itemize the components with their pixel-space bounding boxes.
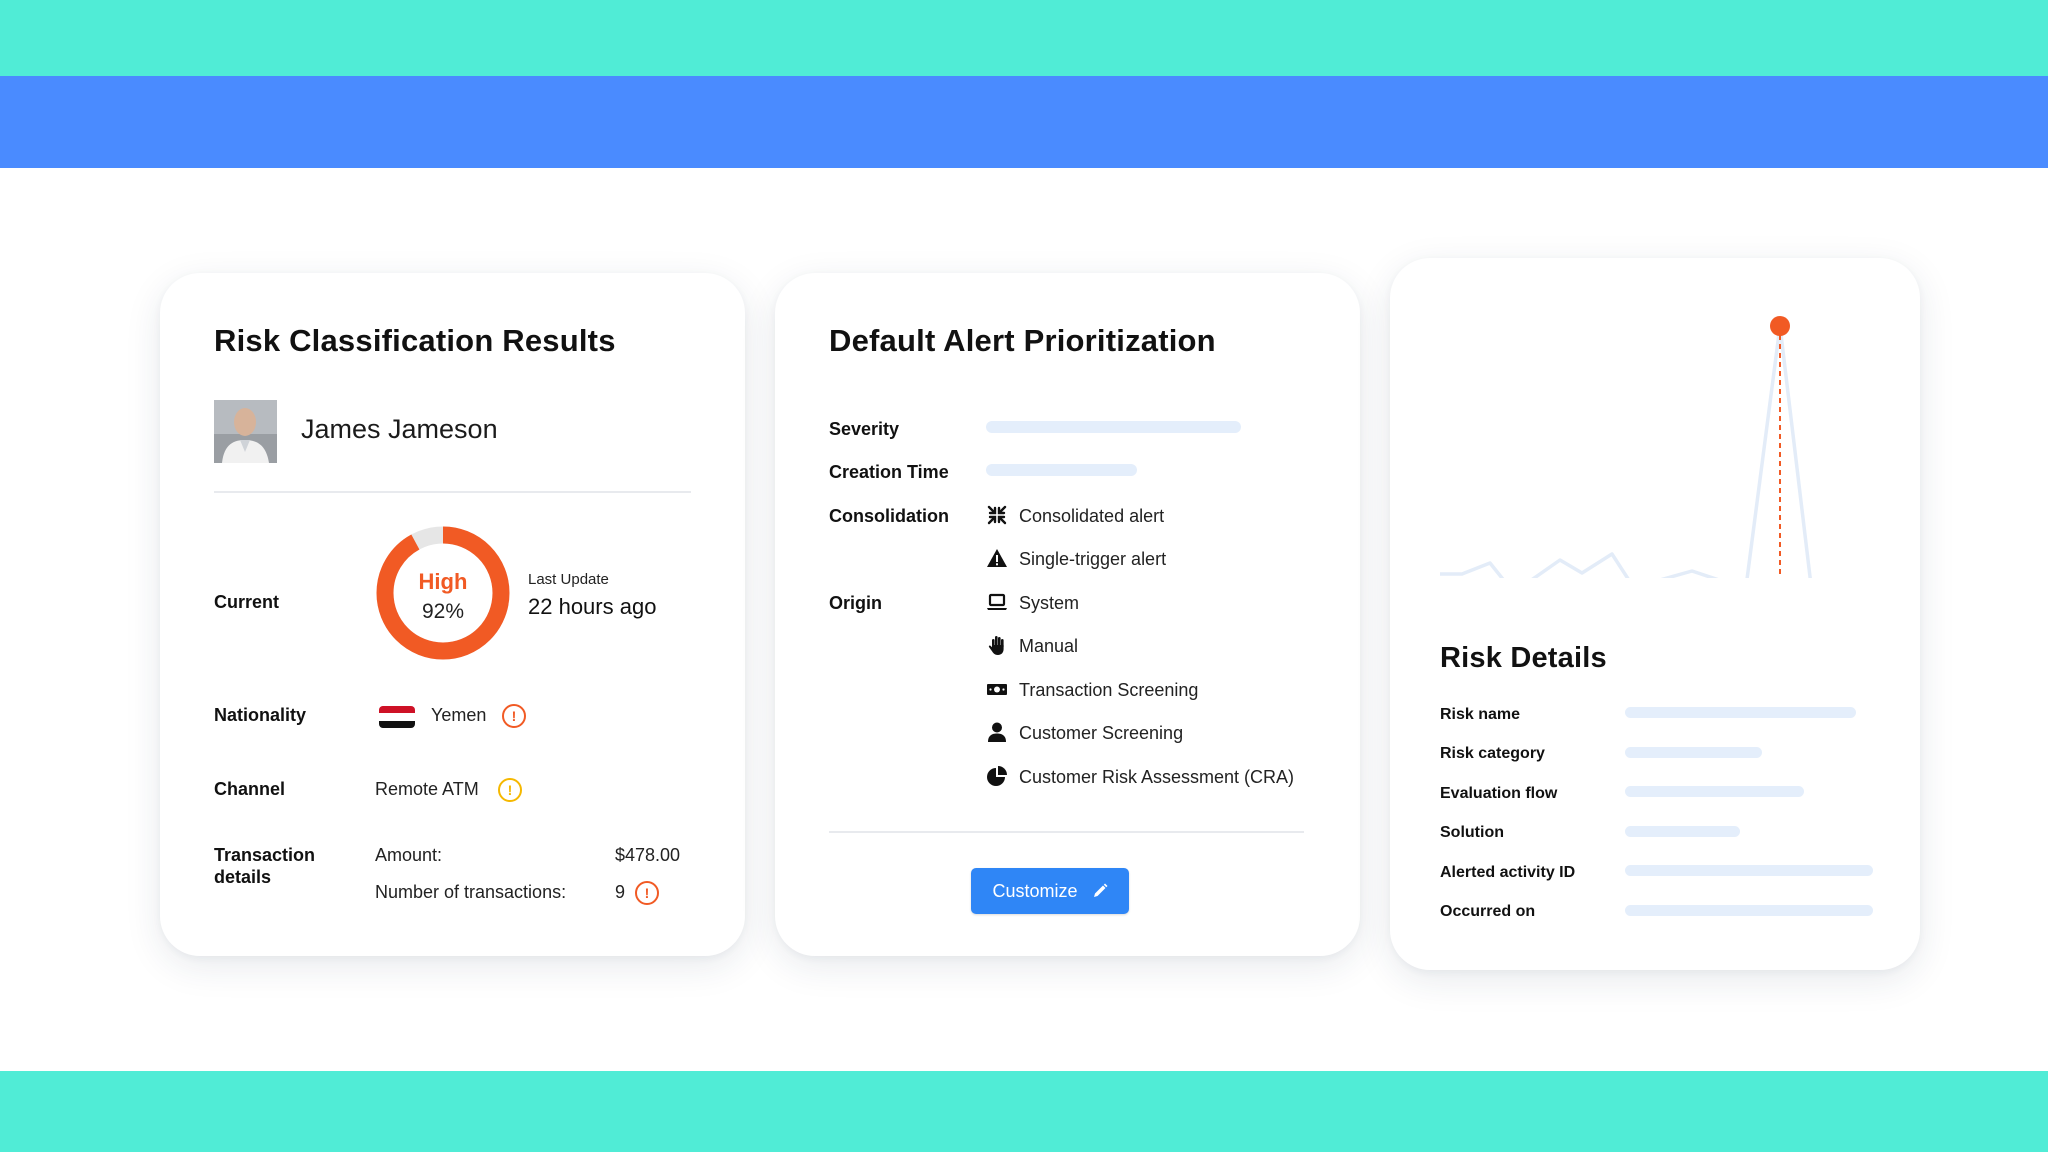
risk-details-card: Risk Details Risk name Risk category Eva…	[1390, 258, 1920, 970]
customize-button[interactable]: Customize	[971, 868, 1129, 914]
single-trigger-alert-option[interactable]: Single-trigger alert	[1019, 549, 1166, 570]
transaction-count-value: 9	[615, 882, 626, 902]
risk-classification-card: Risk Classification Results James Jameso…	[160, 273, 745, 956]
severity-label: Severity	[829, 419, 900, 439]
sparkline-series	[1440, 324, 1812, 578]
consolidated-alert-option[interactable]: Consolidated alert	[1019, 506, 1164, 527]
origin-system-option[interactable]: System	[1019, 593, 1079, 614]
avatar	[214, 400, 277, 463]
current-label: Current	[214, 592, 280, 612]
last-update-value: 22 hours ago	[528, 594, 657, 619]
nationality-label: Nationality	[214, 705, 307, 725]
solution-placeholder-bar	[1625, 826, 1740, 837]
alert-glyph: !	[511, 708, 517, 724]
risk-category-label: Risk category	[1440, 745, 1545, 762]
pencil-icon	[1093, 883, 1108, 897]
evaluation-flow-placeholder-bar	[1625, 786, 1804, 797]
occurred-on-label: Occurred on	[1440, 903, 1536, 920]
transaction-label-line1: Transaction	[214, 845, 316, 865]
transaction-label-line2: details	[214, 867, 272, 887]
alert-glyph: !	[507, 782, 513, 798]
blue-header-band	[0, 76, 2048, 168]
creation-time-label: Creation Time	[829, 462, 949, 482]
transaction-count-label: Number of transactions:	[375, 882, 567, 902]
hand-icon	[986, 634, 1008, 656]
top-teal-band	[0, 0, 2048, 76]
customize-button-label: Customize	[992, 880, 1078, 901]
laptop-icon	[986, 591, 1008, 613]
card-title: Risk Classification Results	[214, 323, 616, 358]
risk-trend-sparkline	[1440, 316, 1812, 578]
occurred-on-placeholder-bar	[1625, 905, 1873, 916]
divider	[214, 491, 691, 493]
severity-placeholder-bar	[986, 421, 1241, 433]
origin-customer-risk-assessment-option[interactable]: Customer Risk Assessment (CRA)	[1019, 767, 1294, 788]
alert-glyph: !	[644, 885, 650, 901]
warning-triangle-icon	[986, 547, 1008, 569]
origin-manual-option[interactable]: Manual	[1019, 636, 1078, 657]
card-title: Risk Details	[1440, 642, 1607, 674]
alert-prioritization-card: Default Alert Prioritization Severity Cr…	[775, 273, 1360, 956]
amount-value: $478.00	[615, 845, 681, 865]
compress-arrows-icon	[986, 504, 1008, 526]
divider	[829, 831, 1304, 833]
money-bill-icon	[986, 678, 1008, 700]
pie-chart-icon	[986, 765, 1008, 787]
channel-value: Remote ATM	[375, 779, 479, 799]
consolidation-label: Consolidation	[829, 506, 949, 526]
risk-level: High	[418, 569, 468, 594]
warning-circle-icon[interactable]: !	[498, 778, 522, 802]
yemen-flag-icon	[379, 706, 415, 728]
risk-name-placeholder-bar	[1625, 707, 1856, 718]
channel-label: Channel	[214, 779, 286, 799]
bottom-teal-band	[0, 1071, 2048, 1152]
alerted-activity-id-placeholder-bar	[1625, 865, 1873, 876]
risk-category-placeholder-bar	[1625, 747, 1762, 758]
origin-customer-screening-option[interactable]: Customer Screening	[1019, 723, 1183, 744]
last-update-label: Last Update	[528, 571, 609, 588]
alerted-activity-id-label: Alerted activity ID	[1440, 864, 1576, 881]
evaluation-flow-label: Evaluation flow	[1440, 785, 1558, 802]
origin-transaction-screening-option[interactable]: Transaction Screening	[1019, 680, 1198, 701]
solution-label: Solution	[1440, 824, 1504, 841]
risk-name-label: Risk name	[1440, 706, 1521, 723]
origin-label: Origin	[829, 593, 882, 613]
risk-score-text: High 92%	[375, 570, 511, 626]
amount-label: Amount:	[375, 845, 443, 865]
peak-marker-dot[interactable]	[1770, 316, 1790, 336]
card-title: Default Alert Prioritization	[829, 323, 1216, 358]
person-icon	[986, 721, 1008, 743]
nationality-value: Yemen	[431, 705, 487, 725]
person-name: James Jameson	[301, 414, 498, 444]
alert-circle-icon[interactable]: !	[635, 881, 659, 905]
creation-time-placeholder-bar	[986, 464, 1137, 476]
alert-circle-icon[interactable]: !	[502, 704, 526, 728]
risk-percent: 92%	[421, 600, 465, 623]
